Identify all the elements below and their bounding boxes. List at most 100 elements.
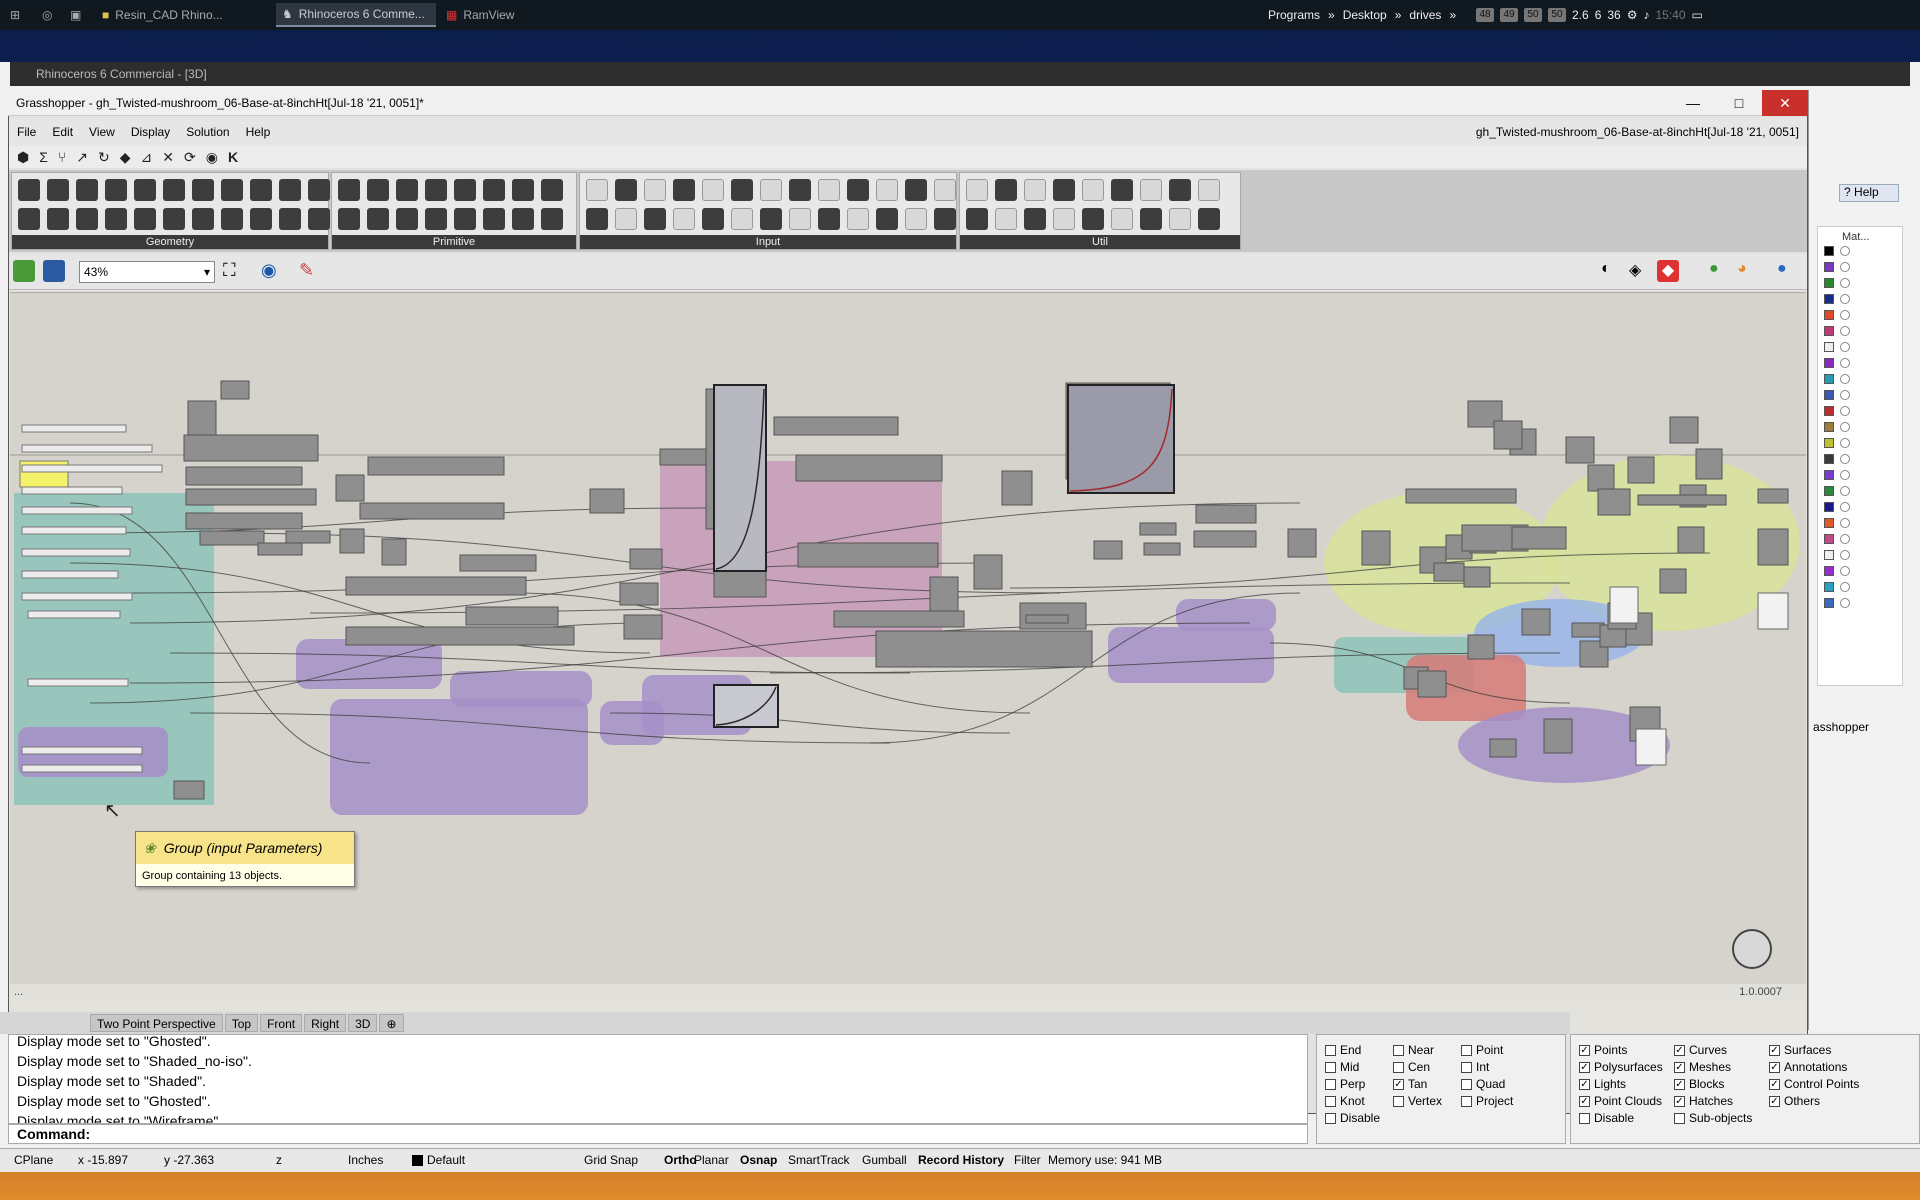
number-slider[interactable] — [21, 746, 143, 755]
component[interactable] — [1757, 488, 1789, 504]
command-input[interactable]: Command: — [8, 1124, 1308, 1144]
component-icon[interactable] — [847, 208, 869, 230]
component-icon[interactable] — [876, 208, 898, 230]
open-file-icon[interactable] — [13, 260, 35, 282]
component-icon[interactable] — [425, 208, 447, 230]
checkbox-box[interactable] — [1325, 1044, 1336, 1056]
component-icon[interactable] — [105, 208, 127, 230]
component[interactable] — [1597, 488, 1631, 516]
layer-color-swatch[interactable] — [1824, 550, 1834, 560]
component-icon[interactable] — [454, 208, 476, 230]
component[interactable] — [1433, 562, 1465, 582]
app-icon-1[interactable]: ◎ — [36, 3, 58, 27]
component[interactable] — [1193, 530, 1257, 548]
material-circle-icon[interactable] — [1840, 326, 1850, 336]
component-icon[interactable] — [760, 208, 782, 230]
component-icon[interactable] — [1169, 208, 1191, 230]
component[interactable] — [1511, 526, 1567, 550]
component[interactable] — [619, 582, 659, 606]
component[interactable] — [1543, 718, 1573, 754]
layer-row[interactable] — [1818, 259, 1902, 275]
taskbar-item-0[interactable]: ■ Resin_CAD Rhino... — [96, 3, 272, 27]
status-toggle-smarttrack[interactable]: SmartTrack — [788, 1153, 850, 1167]
material-circle-icon[interactable] — [1840, 310, 1850, 320]
checkbox-points[interactable]: ✓ Points — [1579, 1043, 1627, 1057]
layer-color-swatch[interactable] — [1824, 342, 1834, 352]
layer-row[interactable] — [1818, 291, 1902, 307]
preview-selected-icon[interactable]: ◆ — [1657, 260, 1679, 282]
component[interactable] — [183, 434, 319, 462]
component-icon[interactable] — [18, 179, 40, 201]
component[interactable] — [367, 456, 505, 476]
status-toggle-grid-snap[interactable]: Grid Snap — [584, 1153, 638, 1167]
checkbox-near[interactable]: Near — [1393, 1043, 1434, 1057]
component-icon[interactable] — [338, 179, 360, 201]
menu-solution[interactable]: Solution — [178, 121, 237, 143]
tray-num-2[interactable]: 50 — [1524, 8, 1542, 22]
tab-params-icon[interactable]: ⬢ — [17, 149, 29, 166]
component[interactable] — [339, 528, 365, 554]
layer-row[interactable] — [1818, 531, 1902, 547]
component[interactable] — [659, 448, 713, 466]
tab-top[interactable]: Top — [224, 1014, 259, 1032]
volume-icon[interactable]: ♪ — [1644, 8, 1650, 22]
layer-row[interactable] — [1818, 387, 1902, 403]
component[interactable] — [1677, 526, 1705, 554]
checkbox-box[interactable]: ✓ — [1674, 1061, 1685, 1073]
side-tab-help[interactable]: ? Help — [1839, 184, 1899, 202]
component-icon[interactable] — [76, 179, 98, 201]
layer-row[interactable] — [1818, 483, 1902, 499]
sphere-preview-icon[interactable]: ● — [1777, 260, 1799, 282]
checkbox-polysurfaces[interactable]: ✓ Polysurfaces — [1579, 1060, 1663, 1074]
checkbox-box[interactable] — [1461, 1095, 1472, 1107]
status-toggle-osnap[interactable]: Osnap — [740, 1153, 777, 1167]
checkbox-box[interactable] — [1325, 1095, 1336, 1107]
component[interactable] — [1417, 670, 1447, 698]
component-icon[interactable] — [1140, 179, 1162, 201]
component-icon[interactable] — [425, 179, 447, 201]
checkbox-box[interactable]: ✓ — [1674, 1095, 1685, 1107]
checkbox-disable[interactable]: Disable — [1579, 1111, 1634, 1125]
layer-color-swatch[interactable] — [1824, 246, 1834, 256]
component-icon[interactable] — [789, 208, 811, 230]
layer-row[interactable] — [1818, 547, 1902, 563]
component-icon[interactable] — [367, 208, 389, 230]
command-history[interactable]: Display mode set to "Ghosted". Display m… — [8, 1034, 1308, 1124]
tab-vector-icon[interactable]: ↗ — [76, 149, 88, 166]
number-slider[interactable] — [21, 444, 153, 453]
component-icon[interactable] — [1169, 179, 1191, 201]
component-icon[interactable] — [673, 179, 695, 201]
material-circle-icon[interactable] — [1840, 598, 1850, 608]
component-icon[interactable] — [483, 179, 505, 201]
component[interactable] — [1139, 522, 1177, 536]
layer-row[interactable] — [1818, 595, 1902, 611]
layer-color-swatch[interactable] — [1824, 438, 1834, 448]
component[interactable] — [1669, 416, 1699, 444]
preview-wireframe-icon[interactable]: ◐ — [1601, 260, 1623, 282]
checkbox-box[interactable]: ✓ — [1769, 1078, 1780, 1090]
material-circle-icon[interactable] — [1840, 294, 1850, 304]
component-icon[interactable] — [847, 179, 869, 201]
material-circle-icon[interactable] — [1840, 518, 1850, 528]
material-circle-icon[interactable] — [1840, 470, 1850, 480]
side-tab-grasshopper[interactable]: asshopper — [1809, 720, 1919, 738]
component[interactable] — [359, 502, 505, 520]
component-icon[interactable] — [966, 208, 988, 230]
component[interactable] — [1467, 634, 1495, 660]
component[interactable] — [623, 614, 663, 640]
checkbox-knot[interactable]: Knot — [1325, 1094, 1365, 1108]
toolbar-desktop[interactable]: Desktop — [1343, 8, 1387, 22]
panel-component[interactable] — [1609, 586, 1639, 624]
material-circle-icon[interactable] — [1840, 390, 1850, 400]
number-slider[interactable] — [21, 592, 133, 601]
component-icon[interactable] — [760, 179, 782, 201]
tray-num-3[interactable]: 50 — [1548, 8, 1566, 22]
number-slider[interactable] — [27, 610, 121, 619]
status-toggle-filter[interactable]: Filter — [1014, 1153, 1041, 1167]
component[interactable] — [1757, 528, 1789, 566]
status-toggle-gumball[interactable]: Gumball — [862, 1153, 907, 1167]
checkbox-point[interactable]: Point — [1461, 1043, 1503, 1057]
material-circle-icon[interactable] — [1840, 262, 1850, 272]
checkbox-int[interactable]: Int — [1461, 1060, 1489, 1074]
tray-num-0[interactable]: 48 — [1476, 8, 1494, 22]
